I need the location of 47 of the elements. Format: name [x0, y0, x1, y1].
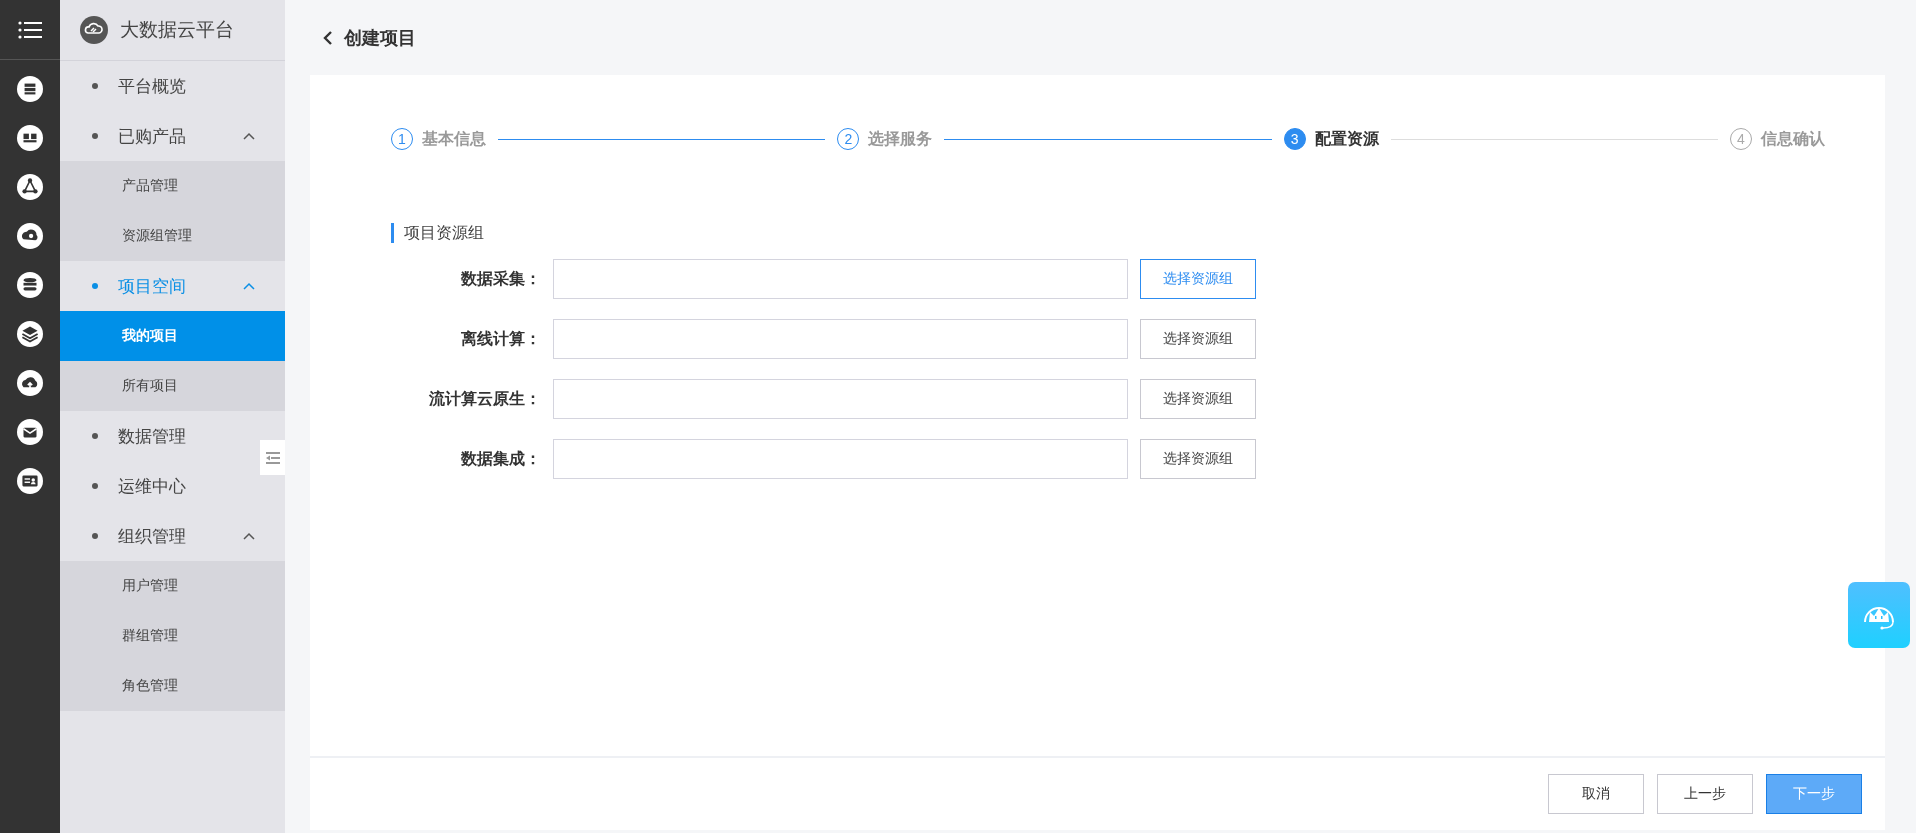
server-icon[interactable]: [17, 76, 43, 102]
footer-button[interactable]: 取消: [1548, 774, 1644, 814]
input-field[interactable]: [553, 319, 1128, 359]
sidebar-subitem[interactable]: 群组管理: [60, 611, 285, 661]
select-group-button[interactable]: 选择资源组: [1140, 439, 1256, 479]
input-field[interactable]: [553, 379, 1128, 419]
cloud-icon[interactable]: [17, 223, 43, 249]
select-group-button[interactable]: 选择资源组: [1140, 319, 1256, 359]
sidebar-item[interactable]: 平台概览: [60, 61, 285, 111]
section-title: 项目资源组: [391, 223, 1825, 243]
menu-icon[interactable]: [18, 20, 42, 39]
cloud-link-icon: [80, 16, 108, 44]
step-label: 信息确认: [1761, 128, 1825, 149]
sidebar-subitem[interactable]: 资源组管理: [60, 211, 285, 261]
sidebar-item[interactable]: 运维中心: [60, 461, 285, 511]
platform-title: 大数据云平台: [120, 18, 234, 42]
layers-icon[interactable]: [17, 321, 43, 347]
input-field[interactable]: [553, 259, 1128, 299]
network-icon[interactable]: [17, 174, 43, 200]
select-group-button[interactable]: 选择资源组: [1140, 259, 1256, 299]
field-label: 数据采集：: [460, 268, 541, 289]
step-label: 配置资源: [1314, 128, 1379, 149]
sidebar-item[interactable]: 组织管理: [60, 511, 285, 561]
sidebar-item[interactable]: 数据管理: [60, 411, 285, 461]
cloud-upload-icon[interactable]: [17, 370, 43, 396]
input-field[interactable]: [553, 439, 1128, 479]
step-number: 3: [1283, 128, 1306, 150]
footer-button[interactable]: 上一步: [1657, 774, 1753, 814]
field-label: 数据集成：: [460, 448, 541, 469]
sidebar-subitem[interactable]: 角色管理: [60, 661, 285, 711]
back-icon[interactable]: [322, 29, 334, 46]
field-label: 离线计算：: [460, 328, 541, 349]
select-group-button[interactable]: 选择资源组: [1140, 379, 1256, 419]
mail-icon[interactable]: [17, 419, 43, 445]
page-title: 创建项目: [344, 26, 416, 50]
sidebar-item[interactable]: 已购产品: [60, 111, 285, 161]
database-icon[interactable]: [17, 272, 43, 298]
id-card-icon[interactable]: [17, 468, 43, 494]
grid-icon[interactable]: [17, 125, 43, 151]
sidebar-subitem[interactable]: 用户管理: [60, 561, 285, 611]
collapse-tab[interactable]: [260, 440, 285, 475]
field-label: 流计算云原生：: [428, 388, 541, 409]
step-label: 基本信息: [422, 128, 486, 149]
sidebar-subitem[interactable]: 所有项目: [60, 361, 285, 411]
step-label: 选择服务: [868, 128, 933, 149]
indent-icon: [265, 450, 280, 465]
sidebar-subitem[interactable]: 产品管理: [60, 161, 285, 211]
